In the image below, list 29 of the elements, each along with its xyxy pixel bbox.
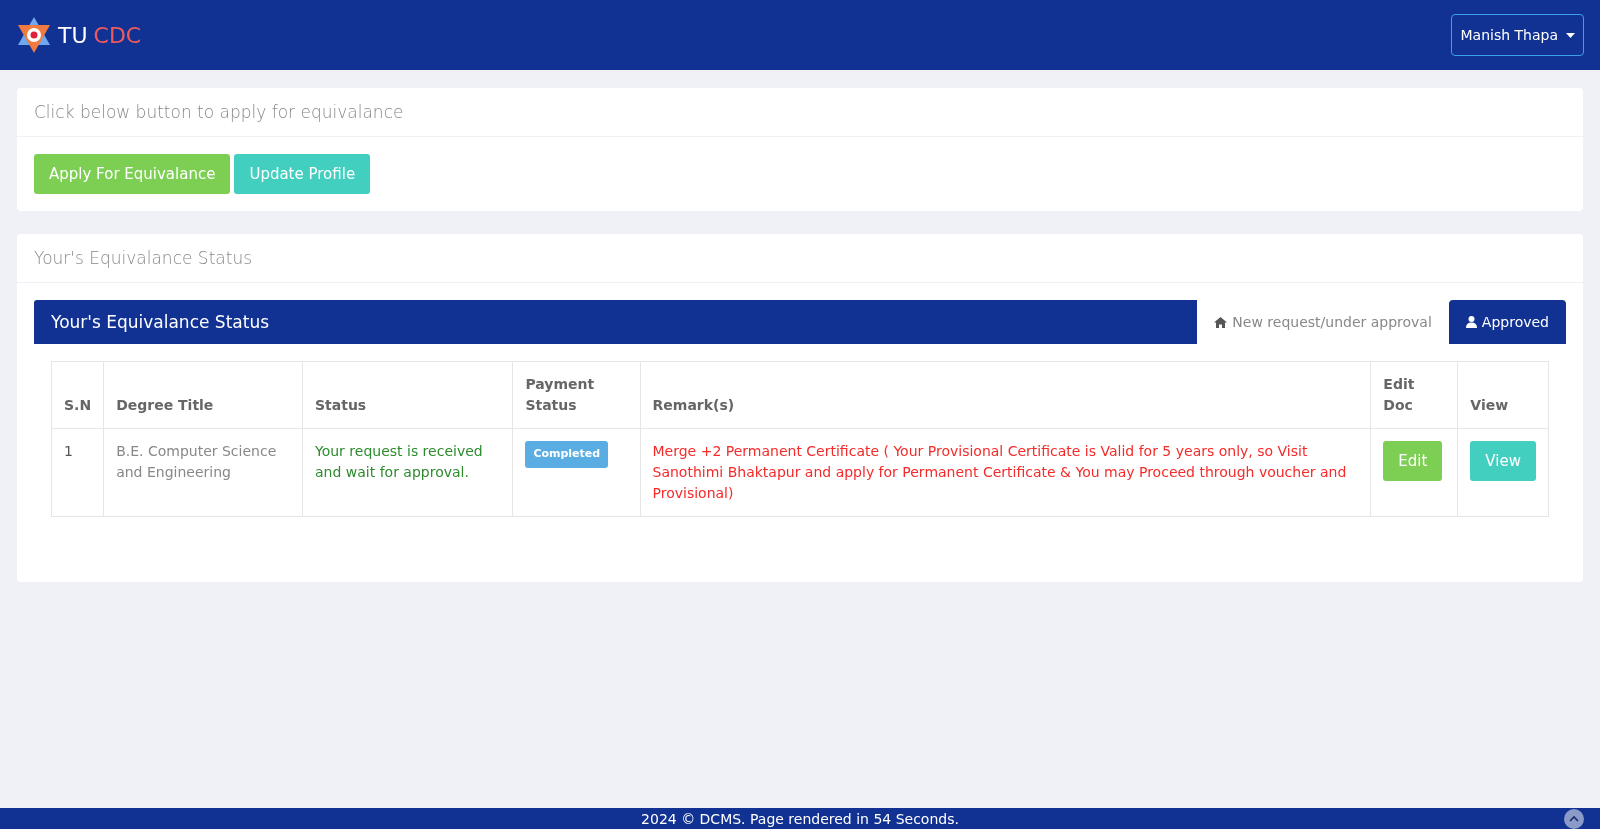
home-icon bbox=[1214, 316, 1228, 328]
user-icon bbox=[1465, 316, 1477, 328]
table-cell: B.E. Computer Science and Engineering bbox=[103, 428, 303, 517]
caret-icon bbox=[1566, 32, 1575, 38]
user-menu-button[interactable]: Manish Thapa bbox=[1451, 14, 1584, 56]
brand-accent[interactable]: CDC bbox=[93, 22, 142, 48]
column-header: Degree Title bbox=[103, 361, 303, 429]
brand-name[interactable]: TU bbox=[58, 22, 88, 48]
column-header: View bbox=[1457, 361, 1549, 429]
payment-label: Completed bbox=[525, 441, 609, 468]
footer-text: 2024 © DCMS. Page rendered in 54 Seconds. bbox=[641, 810, 959, 827]
column-header: Payment Status bbox=[512, 361, 640, 429]
logo-icon bbox=[16, 15, 52, 55]
column-header: Remark(s) bbox=[640, 361, 1371, 429]
column-header: Status bbox=[302, 361, 513, 429]
column-header: S.N bbox=[51, 361, 104, 429]
table-cell: Your request is received and wait for approval. bbox=[302, 428, 513, 517]
action-button[interactable]: Apply For Equivalance bbox=[34, 154, 231, 194]
column-header: Edit Doc bbox=[1370, 361, 1458, 429]
action-button[interactable]: Update Profile bbox=[234, 154, 371, 194]
status-tab[interactable]: Approved bbox=[1448, 300, 1566, 344]
view-button[interactable]: View bbox=[1470, 441, 1536, 481]
card-heading: Your's Equivalance Status bbox=[17, 234, 1583, 283]
table-cell: 1 bbox=[51, 428, 104, 517]
scroll-top-icon[interactable] bbox=[1564, 809, 1584, 829]
panel-title: Your's Equivalance Status bbox=[34, 300, 1198, 344]
edit-button[interactable]: Edit bbox=[1383, 441, 1443, 481]
card-heading: Click below button to apply for equivalance bbox=[17, 88, 1583, 137]
table-cell: Merge +2 Permanent Certificate ( Your Provisional Certificate is Valid for 5 years only, so Visit Sanothimi Bhaktapur and apply for Permanent Certificate & You may Proceed through voucher and Provisional) bbox=[640, 428, 1371, 517]
